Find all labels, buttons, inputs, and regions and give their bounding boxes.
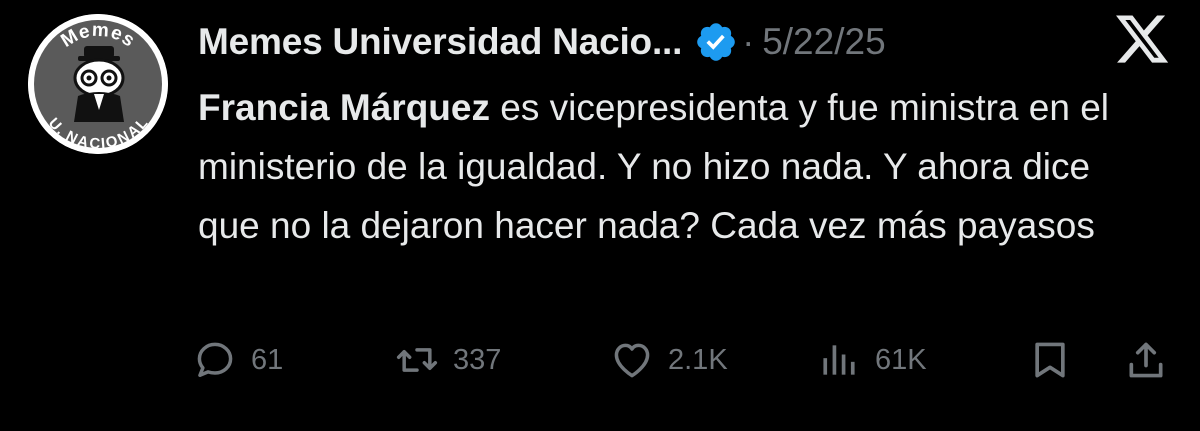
tweet-header: Memes Universidad Nacio... · 5/22/25 bbox=[198, 12, 886, 72]
tweet-text: Francia Márquez es vicepresidenta y fue … bbox=[198, 78, 1158, 255]
tweet-date[interactable]: 5/22/25 bbox=[762, 21, 885, 63]
share-icon bbox=[1129, 342, 1163, 378]
share-button[interactable] bbox=[1124, 330, 1168, 390]
bookmark-button[interactable] bbox=[1028, 330, 1072, 390]
repost-icon bbox=[396, 348, 438, 372]
x-logo-icon bbox=[1116, 15, 1169, 63]
avatar-image: Memes U. NACIONAL bbox=[28, 14, 168, 154]
like-count: 2.1K bbox=[668, 343, 728, 376]
verified-badge-icon bbox=[697, 23, 735, 61]
repost-count: 337 bbox=[453, 343, 502, 376]
repost-button[interactable]: 337 bbox=[395, 330, 501, 390]
views-icon bbox=[823, 345, 855, 375]
mention-name[interactable]: Francia Márquez bbox=[198, 87, 490, 128]
views-button[interactable]: 61K bbox=[817, 330, 927, 390]
like-button[interactable]: 2.1K bbox=[610, 330, 728, 390]
bookmark-icon bbox=[1035, 342, 1065, 378]
display-name[interactable]: Memes Universidad Nacio... bbox=[198, 21, 682, 63]
reply-icon bbox=[197, 342, 233, 377]
separator-dot: · bbox=[742, 21, 755, 62]
reply-button[interactable]: 61 bbox=[193, 330, 283, 390]
views-count: 61K bbox=[875, 343, 927, 376]
reply-count: 61 bbox=[251, 343, 284, 376]
like-icon bbox=[614, 343, 650, 378]
action-bar: 61 337 2.1K 61K bbox=[0, 330, 1200, 390]
avatar[interactable]: Memes U. NACIONAL bbox=[28, 14, 168, 154]
